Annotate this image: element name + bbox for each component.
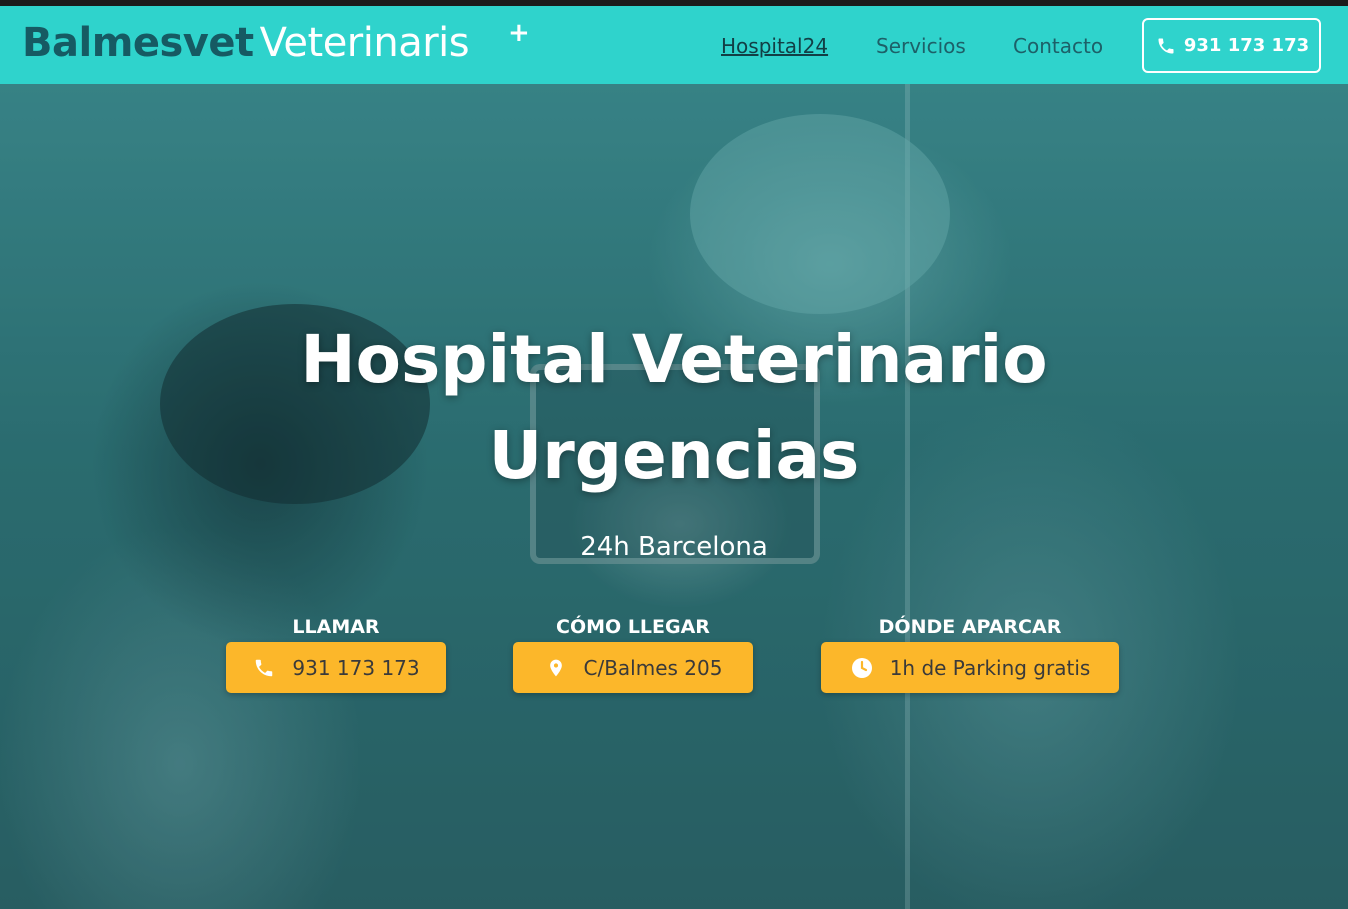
call-button[interactable]: 931 173 173 (226, 642, 446, 693)
cta-label-como-llegar: CÓMO LLEGAR (556, 616, 710, 638)
hero-title-line2: Urgencias (488, 417, 860, 494)
map-pin-icon (544, 656, 568, 680)
cta-label-donde-aparcar: DÓNDE APARCAR (878, 616, 1062, 638)
hero-subtitle: 24h Barcelona (580, 532, 768, 562)
nav-link-contacto[interactable]: Contacto (1013, 34, 1103, 58)
parking-button-label: 1h de Parking gratis (889, 655, 1091, 680)
logo-text-light: Veterinaris (259, 20, 470, 66)
logo-plus-icon: + (508, 18, 530, 48)
header-phone-number: 931 173 173 (1183, 35, 1310, 56)
phone-icon (252, 656, 276, 680)
nav-link-hospital24[interactable]: Hospital24 (721, 34, 828, 58)
phone-icon (1154, 34, 1178, 58)
hero-section: Hospital Veterinario Urgencias 24h Barce… (0, 84, 1348, 909)
navbar: Balmesvet Veterinaris + Hospital24 Servi… (0, 6, 1348, 84)
directions-button-label: C/Balmes 205 (583, 655, 723, 680)
clock-icon (850, 656, 874, 680)
header-phone-button[interactable]: 931 173 173 (1142, 18, 1321, 73)
nav-link-servicios[interactable]: Servicios (876, 34, 966, 58)
directions-button[interactable]: C/Balmes 205 (513, 642, 753, 693)
hero-title-line1: Hospital Veterinario (300, 321, 1048, 398)
hero-title: Hospital Veterinario Urgencias (0, 312, 1348, 504)
logo[interactable]: Balmesvet Veterinaris + (22, 18, 530, 72)
logo-text-bold: Balmesvet (22, 20, 254, 66)
cta-label-llamar: LLAMAR (292, 616, 380, 638)
parking-button[interactable]: 1h de Parking gratis (821, 642, 1119, 693)
call-button-label: 931 173 173 (292, 655, 420, 680)
